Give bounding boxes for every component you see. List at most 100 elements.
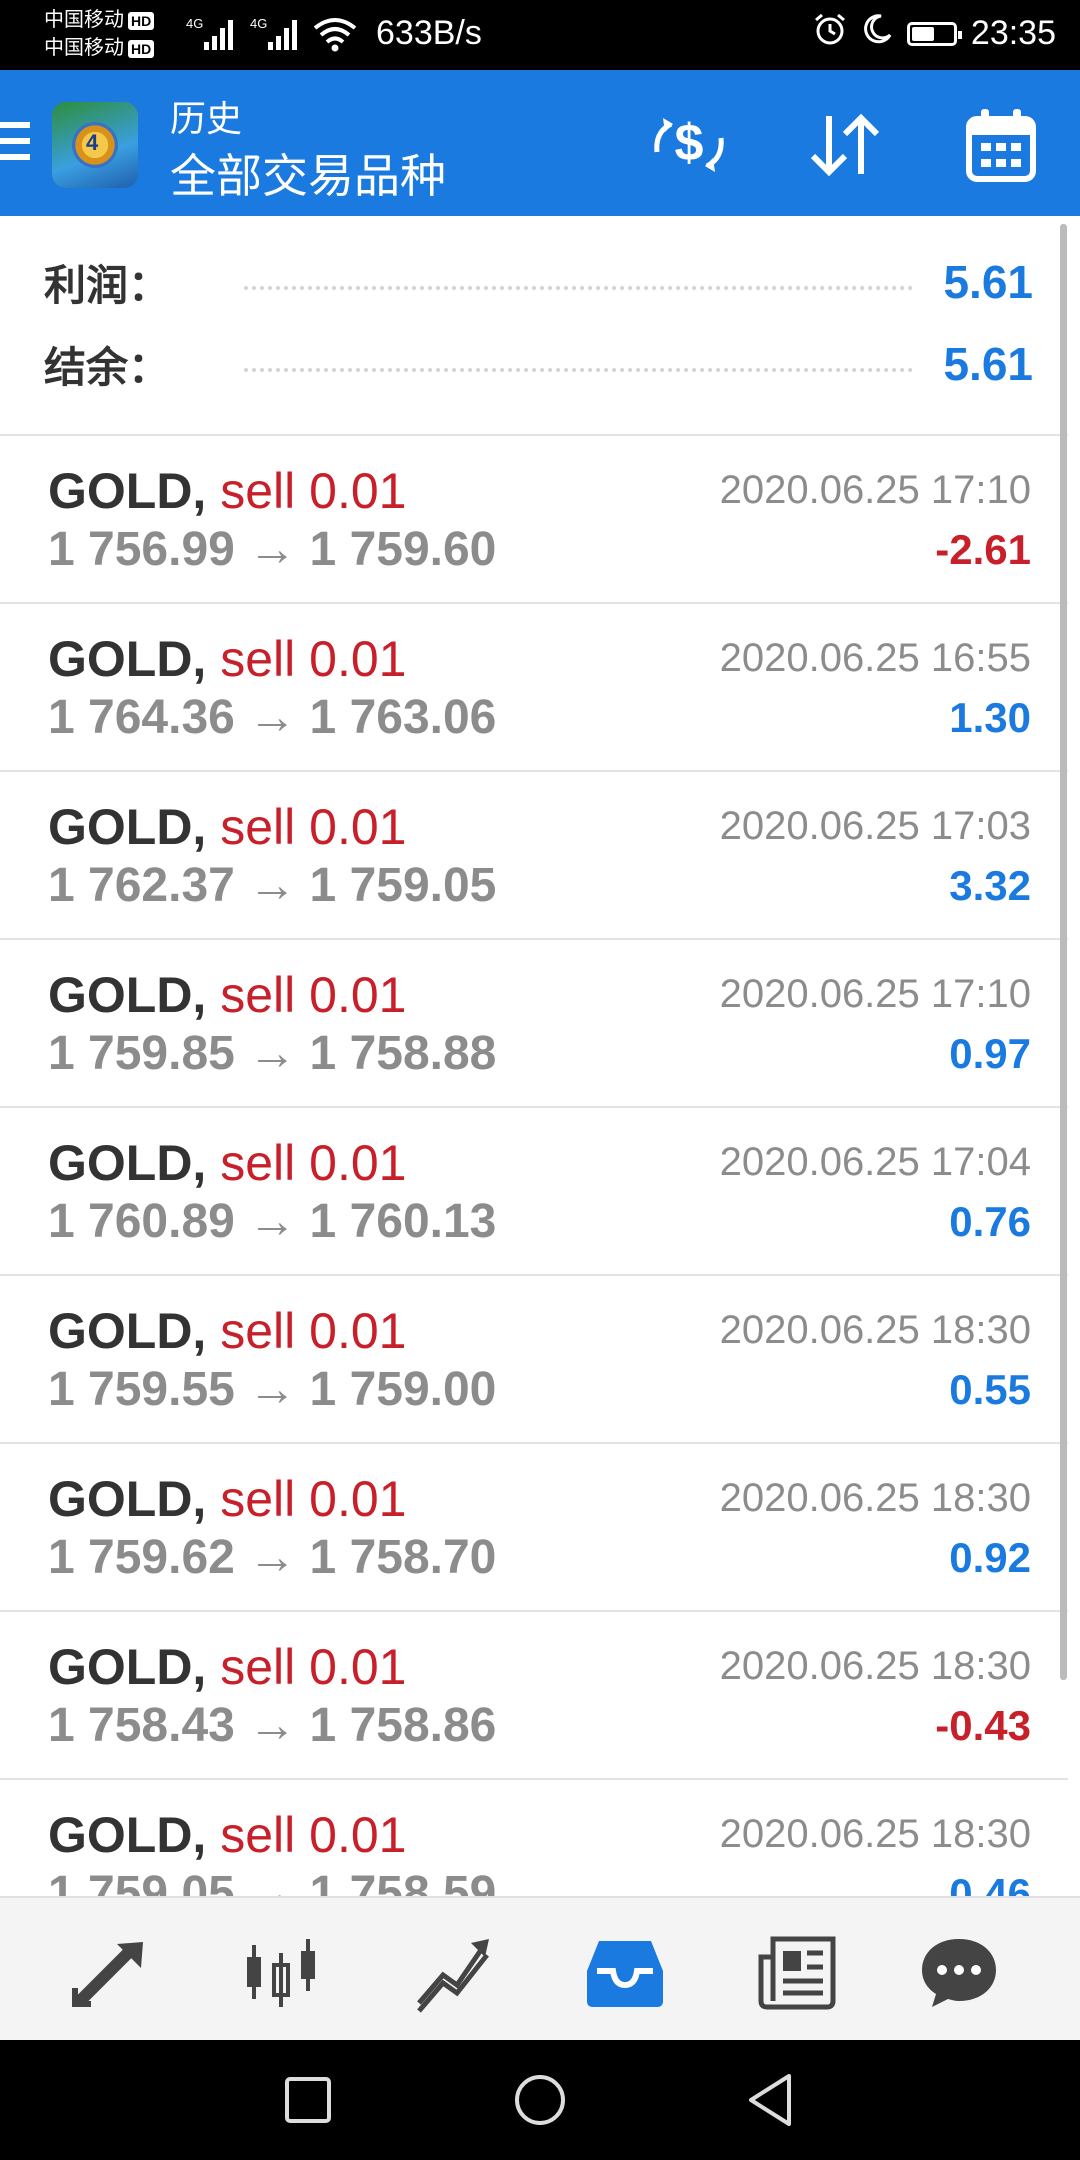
deal-prices: 1 760.89 → 1 760.13 bbox=[48, 1194, 496, 1249]
deposit-icon[interactable]: $ bbox=[644, 100, 734, 190]
arrow-icon: → bbox=[248, 1363, 297, 1416]
close-price: 1 759.05 bbox=[309, 859, 497, 912]
moon-icon bbox=[861, 13, 893, 54]
open-price: 1 756.99 bbox=[48, 523, 235, 576]
arrow-icon: → bbox=[248, 1027, 297, 1080]
deal-symbol: GOLD, sell 0.01 bbox=[48, 630, 406, 688]
deal-profit: 1.30 bbox=[949, 694, 1031, 741]
back-icon[interactable] bbox=[734, 2064, 806, 2136]
deal-row[interactable]: GOLD, sell 0.01 1 760.89 → 1 760.13 2020.0… bbox=[0, 1108, 1068, 1276]
trade-icon[interactable] bbox=[408, 1928, 498, 2018]
deal-symbol: GOLD, sell 0.01 bbox=[48, 1302, 406, 1360]
symbol-name: GOLD, bbox=[48, 799, 207, 855]
profit-value: 5.61 bbox=[943, 256, 1033, 308]
deal-profit: 3.32 bbox=[949, 862, 1031, 909]
open-price: 1 759.05 bbox=[48, 1867, 235, 1896]
deal-profit: 0.97 bbox=[949, 1030, 1031, 1077]
deal-row[interactable]: GOLD, sell 0.01 1 762.37 → 1 759.05 2020.0… bbox=[0, 772, 1068, 940]
close-price: 1 758.70 bbox=[309, 1531, 497, 1584]
deal-time: 2020.06.25 18:30 bbox=[719, 1644, 1031, 1688]
deal-prices: 1 759.05 → 1 758.59 bbox=[48, 1866, 496, 1896]
arrow-icon: → bbox=[248, 1195, 297, 1248]
hd-badge-2: HD bbox=[128, 39, 155, 58]
deal-row[interactable]: GOLD, sell 0.01 1 764.36 → 1 763.06 2020.0… bbox=[0, 604, 1068, 772]
deal-symbol: GOLD, sell 0.01 bbox=[48, 1470, 406, 1528]
deal-side: sell 0.01 bbox=[220, 631, 407, 687]
deal-side: sell 0.01 bbox=[220, 1471, 407, 1527]
svg-text:$: $ bbox=[675, 114, 704, 172]
symbol-name: GOLD, bbox=[48, 967, 207, 1023]
deal-side: sell 0.01 bbox=[220, 1135, 407, 1191]
recents-icon[interactable] bbox=[272, 2064, 344, 2136]
arrow-icon: → bbox=[248, 1867, 297, 1896]
balance-row: 结余： 5.61 bbox=[44, 334, 1033, 394]
history-icon[interactable] bbox=[580, 1928, 670, 2018]
deal-prices: 1 759.85 → 1 758.88 bbox=[48, 1026, 496, 1081]
balance-value: 5.61 bbox=[943, 338, 1033, 390]
deal-row[interactable]: GOLD, sell 0.01 1 759.55 → 1 759.00 2020.0… bbox=[0, 1276, 1068, 1444]
quotes-icon[interactable] bbox=[64, 1928, 154, 2018]
deal-time: 2020.06.25 18:30 bbox=[719, 1308, 1031, 1352]
arrow-icon: → bbox=[248, 1531, 297, 1584]
symbol-name: GOLD, bbox=[48, 1639, 207, 1695]
deal-time: 2020.06.25 17:03 bbox=[719, 804, 1031, 848]
symbol-name: GOLD, bbox=[48, 1135, 207, 1191]
app-bar: 4 历史 全部交易品种 $ bbox=[0, 70, 1080, 216]
app-logo: 4 bbox=[52, 102, 138, 188]
network-1: 4G bbox=[186, 16, 203, 31]
close-price: 1 763.06 bbox=[309, 691, 497, 744]
clock: 23:35 bbox=[970, 14, 1056, 52]
arrow-icon: → bbox=[248, 1699, 297, 1752]
deal-prices: 1 762.37 → 1 759.05 bbox=[48, 858, 496, 913]
deal-side: sell 0.01 bbox=[220, 1807, 407, 1863]
deal-profit: 0.55 bbox=[949, 1366, 1031, 1413]
close-price: 1 758.88 bbox=[309, 1027, 497, 1080]
deal-list[interactable]: GOLD, sell 0.01 1 756.99 → 1 759.60 2020.0… bbox=[0, 436, 1068, 1896]
scrollbar[interactable] bbox=[1060, 224, 1067, 1680]
news-icon[interactable] bbox=[752, 1928, 842, 2018]
calendar-icon[interactable] bbox=[956, 100, 1046, 190]
deal-symbol: GOLD, sell 0.01 bbox=[48, 1638, 406, 1696]
dot-leader bbox=[244, 368, 914, 372]
deal-prices: 1 758.43 → 1 758.86 bbox=[48, 1698, 496, 1753]
deal-row[interactable]: GOLD, sell 0.01 1 756.99 → 1 759.60 2020.0… bbox=[0, 436, 1068, 604]
deal-time: 2020.06.25 17:04 bbox=[719, 1140, 1031, 1184]
symbol-filter[interactable]: 全部交易品种 bbox=[170, 140, 446, 206]
arrow-icon: → bbox=[248, 691, 297, 744]
hd-badge-1: HD bbox=[128, 11, 155, 30]
dot-leader bbox=[244, 286, 914, 290]
deal-prices: 1 759.55 → 1 759.00 bbox=[48, 1362, 496, 1417]
deal-time: 2020.06.25 18:30 bbox=[719, 1476, 1031, 1520]
chat-icon[interactable] bbox=[914, 1928, 1004, 2018]
deal-row[interactable]: GOLD, sell 0.01 1 759.05 → 1 758.59 2020.0… bbox=[0, 1780, 1068, 1896]
open-price: 1 764.36 bbox=[48, 691, 235, 744]
deal-row[interactable]: GOLD, sell 0.01 1 759.85 → 1 758.88 2020.0… bbox=[0, 940, 1068, 1108]
deal-row[interactable]: GOLD, sell 0.01 1 758.43 → 1 758.86 2020.0… bbox=[0, 1612, 1068, 1780]
network-speed: 633B/s bbox=[376, 14, 482, 52]
open-price: 1 759.85 bbox=[48, 1027, 235, 1080]
balance-label: 结余： bbox=[44, 343, 171, 391]
carrier-2: 中国移动 bbox=[44, 37, 124, 59]
symbol-name: GOLD, bbox=[48, 1471, 207, 1527]
close-price: 1 758.86 bbox=[309, 1699, 497, 1752]
home-icon[interactable] bbox=[504, 2064, 576, 2136]
signal-icon-2: 4G bbox=[250, 12, 308, 61]
deal-side: sell 0.01 bbox=[220, 1639, 407, 1695]
open-price: 1 762.37 bbox=[48, 859, 235, 912]
summary-panel: 利润： 5.61 结余： 5.61 bbox=[0, 216, 1068, 436]
symbol-name: GOLD, bbox=[48, 631, 207, 687]
logo-number: 4 bbox=[86, 130, 99, 155]
battery-icon bbox=[906, 21, 962, 46]
deal-row[interactable]: GOLD, sell 0.01 1 759.62 → 1 758.70 2020.0… bbox=[0, 1444, 1068, 1612]
symbol-name: GOLD, bbox=[48, 463, 207, 519]
sort-icon[interactable] bbox=[800, 100, 890, 190]
deal-time: 2020.06.25 18:30 bbox=[719, 1812, 1031, 1856]
open-price: 1 759.55 bbox=[48, 1363, 235, 1416]
menu-icon[interactable] bbox=[0, 122, 30, 170]
deal-time: 2020.06.25 17:10 bbox=[719, 468, 1031, 512]
deal-side: sell 0.01 bbox=[220, 1303, 407, 1359]
status-right: 23:35 bbox=[813, 12, 1056, 55]
chart-icon[interactable] bbox=[236, 1928, 326, 2018]
close-price: 1 758.59 bbox=[309, 1867, 497, 1896]
deal-side: sell 0.01 bbox=[220, 463, 407, 519]
